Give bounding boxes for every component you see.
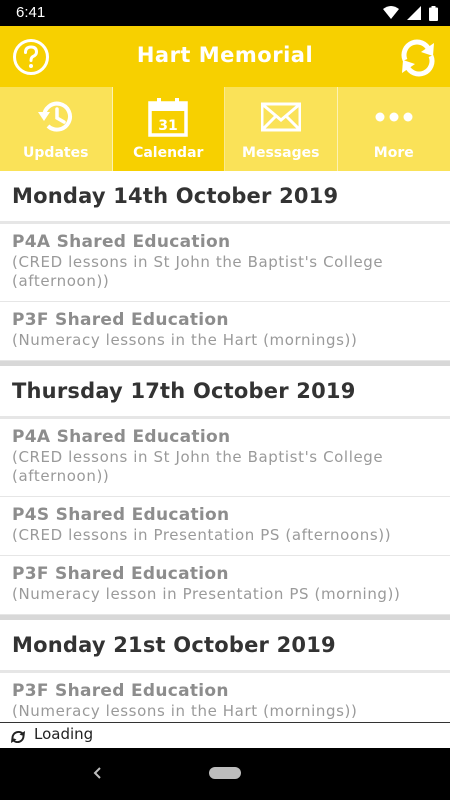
status-icons <box>383 5 438 21</box>
back-chevron-icon[interactable] <box>90 764 106 782</box>
event-description: (Numeracy lessons in the Hart (mornings)… <box>12 331 358 349</box>
calendar-icon: 31 <box>148 98 188 137</box>
tab-calendar[interactable]: 31 Calendar <box>112 87 225 171</box>
event-description: (Numeracy lessons in the Hart (mornings)… <box>12 702 358 720</box>
more-dots-icon <box>375 112 413 122</box>
status-time: 6:41 <box>16 4 46 21</box>
event-item[interactable]: P3F Shared Education (Numeracy lessons i… <box>0 302 450 361</box>
event-title: P3F Shared Education <box>12 310 229 330</box>
event-description: (CRED lessons in St John the Baptist's C… <box>12 448 384 485</box>
battery-icon <box>429 5 438 21</box>
event-title: P4A Shared Education <box>12 232 231 252</box>
day-header: Monday 14th October 2019 <box>0 171 450 224</box>
event-title: P3F Shared Education <box>12 681 229 701</box>
tab-messages[interactable]: Messages <box>225 87 338 171</box>
event-title: P4S Shared Education <box>12 505 230 525</box>
day-header: Monday 21st October 2019 <box>0 620 450 673</box>
loading-label: Loading <box>34 725 94 743</box>
wifi-icon <box>383 6 399 19</box>
tab-bar: Updates 31 Calendar Messages More <box>0 87 450 171</box>
event-item[interactable]: P4S Shared Education (CRED lessons in Pr… <box>0 497 450 556</box>
home-pill-button[interactable] <box>209 767 241 779</box>
tab-more[interactable]: More <box>337 87 450 171</box>
event-item[interactable]: P3F Shared Education (Numeracy lesson in… <box>0 556 450 615</box>
event-item[interactable]: P4A Shared Education (CRED lessons in St… <box>0 419 450 497</box>
updates-history-icon <box>37 101 72 132</box>
tab-calendar-label: Calendar <box>133 145 204 161</box>
event-description: (Numeracy lesson in Presentation PS (mor… <box>12 585 401 603</box>
envelope-icon <box>260 102 301 132</box>
refresh-icon[interactable] <box>398 38 438 78</box>
event-item[interactable]: P4A Shared Education (CRED lessons in St… <box>0 224 450 302</box>
calendar-list[interactable]: Monday 14th October 2019 P4A Shared Educ… <box>0 171 450 722</box>
calendar-day-number: 31 <box>159 118 178 134</box>
day-header: Thursday 17th October 2019 <box>0 366 450 419</box>
signal-icon <box>407 6 421 20</box>
app-bar: Hart Memorial <box>0 26 450 87</box>
tab-more-label: More <box>373 145 414 161</box>
loading-bar: Loading <box>0 722 450 748</box>
event-description: (CRED lessons in St John the Baptist's C… <box>12 253 384 290</box>
event-description: (CRED lessons in Presentation PS (aftern… <box>12 526 392 544</box>
loading-spinner-icon <box>11 730 25 744</box>
tab-updates[interactable]: Updates <box>0 87 113 171</box>
tab-updates-label: Updates <box>23 145 89 161</box>
event-item[interactable]: P3F Shared Education (Numeracy lessons i… <box>0 673 450 722</box>
event-title: P3F Shared Education <box>12 564 229 584</box>
status-bar: 6:41 <box>0 0 450 26</box>
tab-messages-label: Messages <box>242 145 320 161</box>
system-nav-bar <box>0 748 450 800</box>
app-title: Hart Memorial <box>136 43 314 67</box>
event-title: P4A Shared Education <box>12 427 231 447</box>
